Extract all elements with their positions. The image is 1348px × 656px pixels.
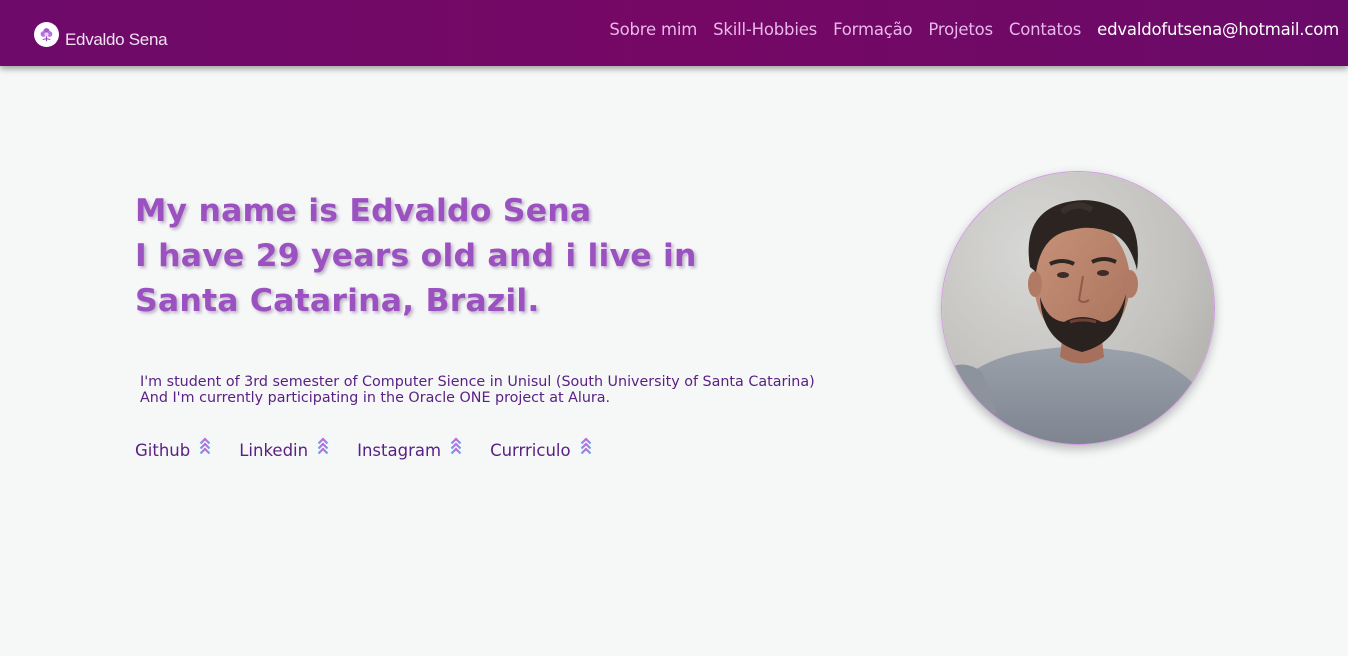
curriculo-link[interactable]: Currriculo: [490, 436, 592, 460]
nav-email-link[interactable]: edvaldofutsena@hotmail.com: [1097, 20, 1339, 39]
hero-title-line: Santa Catarina, Brazil.: [135, 283, 540, 319]
linkedin-link-label: Linkedin: [239, 441, 309, 460]
bio-line: I'm student of 3rd semester of Computer …: [140, 374, 815, 390]
double-chevron-up-icon: [199, 437, 211, 455]
double-chevron-up-icon: [580, 437, 591, 455]
brand-home-link[interactable]: Edvaldo Sena: [34, 18, 168, 50]
bio-line: And I'm currently participating in the O…: [140, 390, 611, 406]
nav-item-contatos[interactable]: Contatos: [1009, 20, 1081, 39]
instagram-link[interactable]: Instagram: [357, 436, 462, 460]
nav-item-projetos[interactable]: Projetos: [928, 20, 993, 39]
instagram-link-label: Instagram: [357, 441, 442, 460]
main-nav: Sobre mim Skill-Hobbies Formação Projeto…: [593, 20, 1339, 39]
profile-photo-illustration: [942, 172, 1214, 444]
hero-title-line: My name is Edvaldo Sena: [135, 193, 592, 229]
github-link-label: Github: [135, 441, 191, 460]
curriculo-link-label: Currriculo: [490, 441, 571, 460]
brand-name: Edvaldo Sena: [65, 30, 168, 49]
double-chevron-up-icon: [317, 437, 329, 455]
top-navbar: Edvaldo Sena Sobre mim Skill-Hobbies For…: [0, 0, 1348, 66]
nav-item-formacao[interactable]: Formação: [833, 20, 913, 39]
double-chevron-up-icon: [450, 437, 462, 455]
github-link[interactable]: Github: [135, 436, 211, 460]
nav-item-sobre-mim[interactable]: Sobre mim: [609, 20, 697, 39]
bio-text: I'm student of 3rd semester of Computer …: [140, 374, 815, 406]
profile-photo: [941, 171, 1215, 445]
hero-title-line: I have 29 years old and i live in: [135, 238, 697, 274]
social-links: Github Linkedin Instagram Currriculo: [135, 436, 620, 460]
flower-logo-icon: [34, 21, 59, 47]
nav-item-skill-hobbies[interactable]: Skill-Hobbies: [713, 20, 817, 39]
linkedin-link[interactable]: Linkedin: [239, 436, 329, 460]
hero-title: My name is Edvaldo Sena I have 29 years …: [135, 189, 697, 324]
